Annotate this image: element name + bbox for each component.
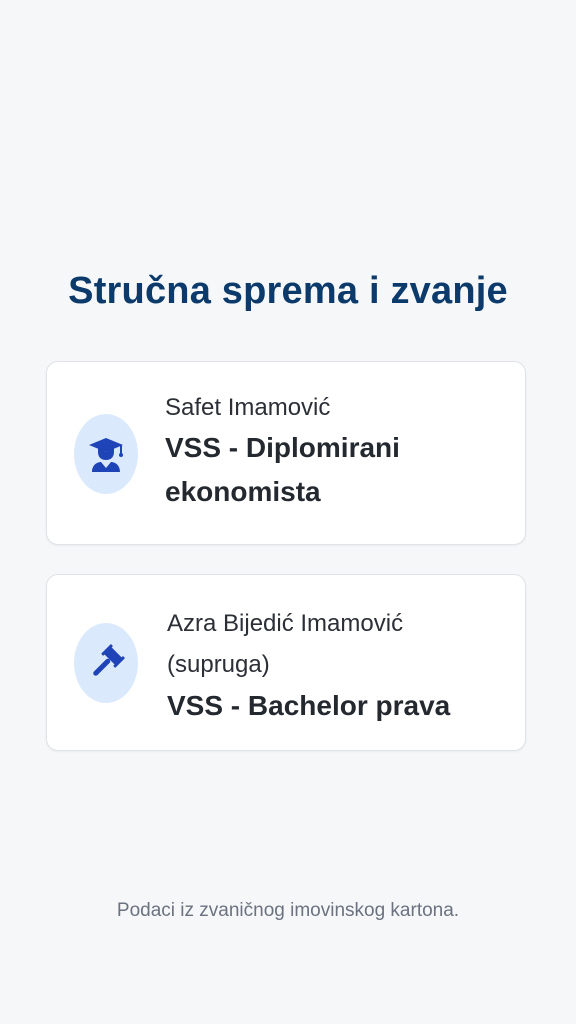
entry-text: Safet Imamović VSS - Diplomirani ekonomi…: [165, 392, 505, 514]
person-name: Azra Bijedić Imamović (supruga): [167, 610, 404, 678]
footer-note: Podaci iz zvaničnog imovinskog kartona.: [116, 900, 460, 921]
entry-text: Azra Bijedić Imamović (supruga) VSS - Ba…: [167, 603, 505, 727]
graduate-icon: [89, 438, 123, 472]
person-name: Safet Imamović: [165, 394, 331, 421]
icon-badge: [74, 623, 138, 703]
degree-title: VSS - Bachelor prava: [167, 690, 451, 721]
degree-title: VSS - Diplomirani ekonomista: [165, 432, 400, 507]
page-title: Stručna sprema i zvanje: [68, 270, 508, 312]
gavel-icon: [93, 644, 125, 676]
education-card: Azra Bijedić Imamović (supruga) VSS - Ba…: [46, 574, 526, 751]
icon-badge: [74, 414, 138, 494]
education-card: Safet Imamović VSS - Diplomirani ekonomi…: [46, 361, 526, 545]
